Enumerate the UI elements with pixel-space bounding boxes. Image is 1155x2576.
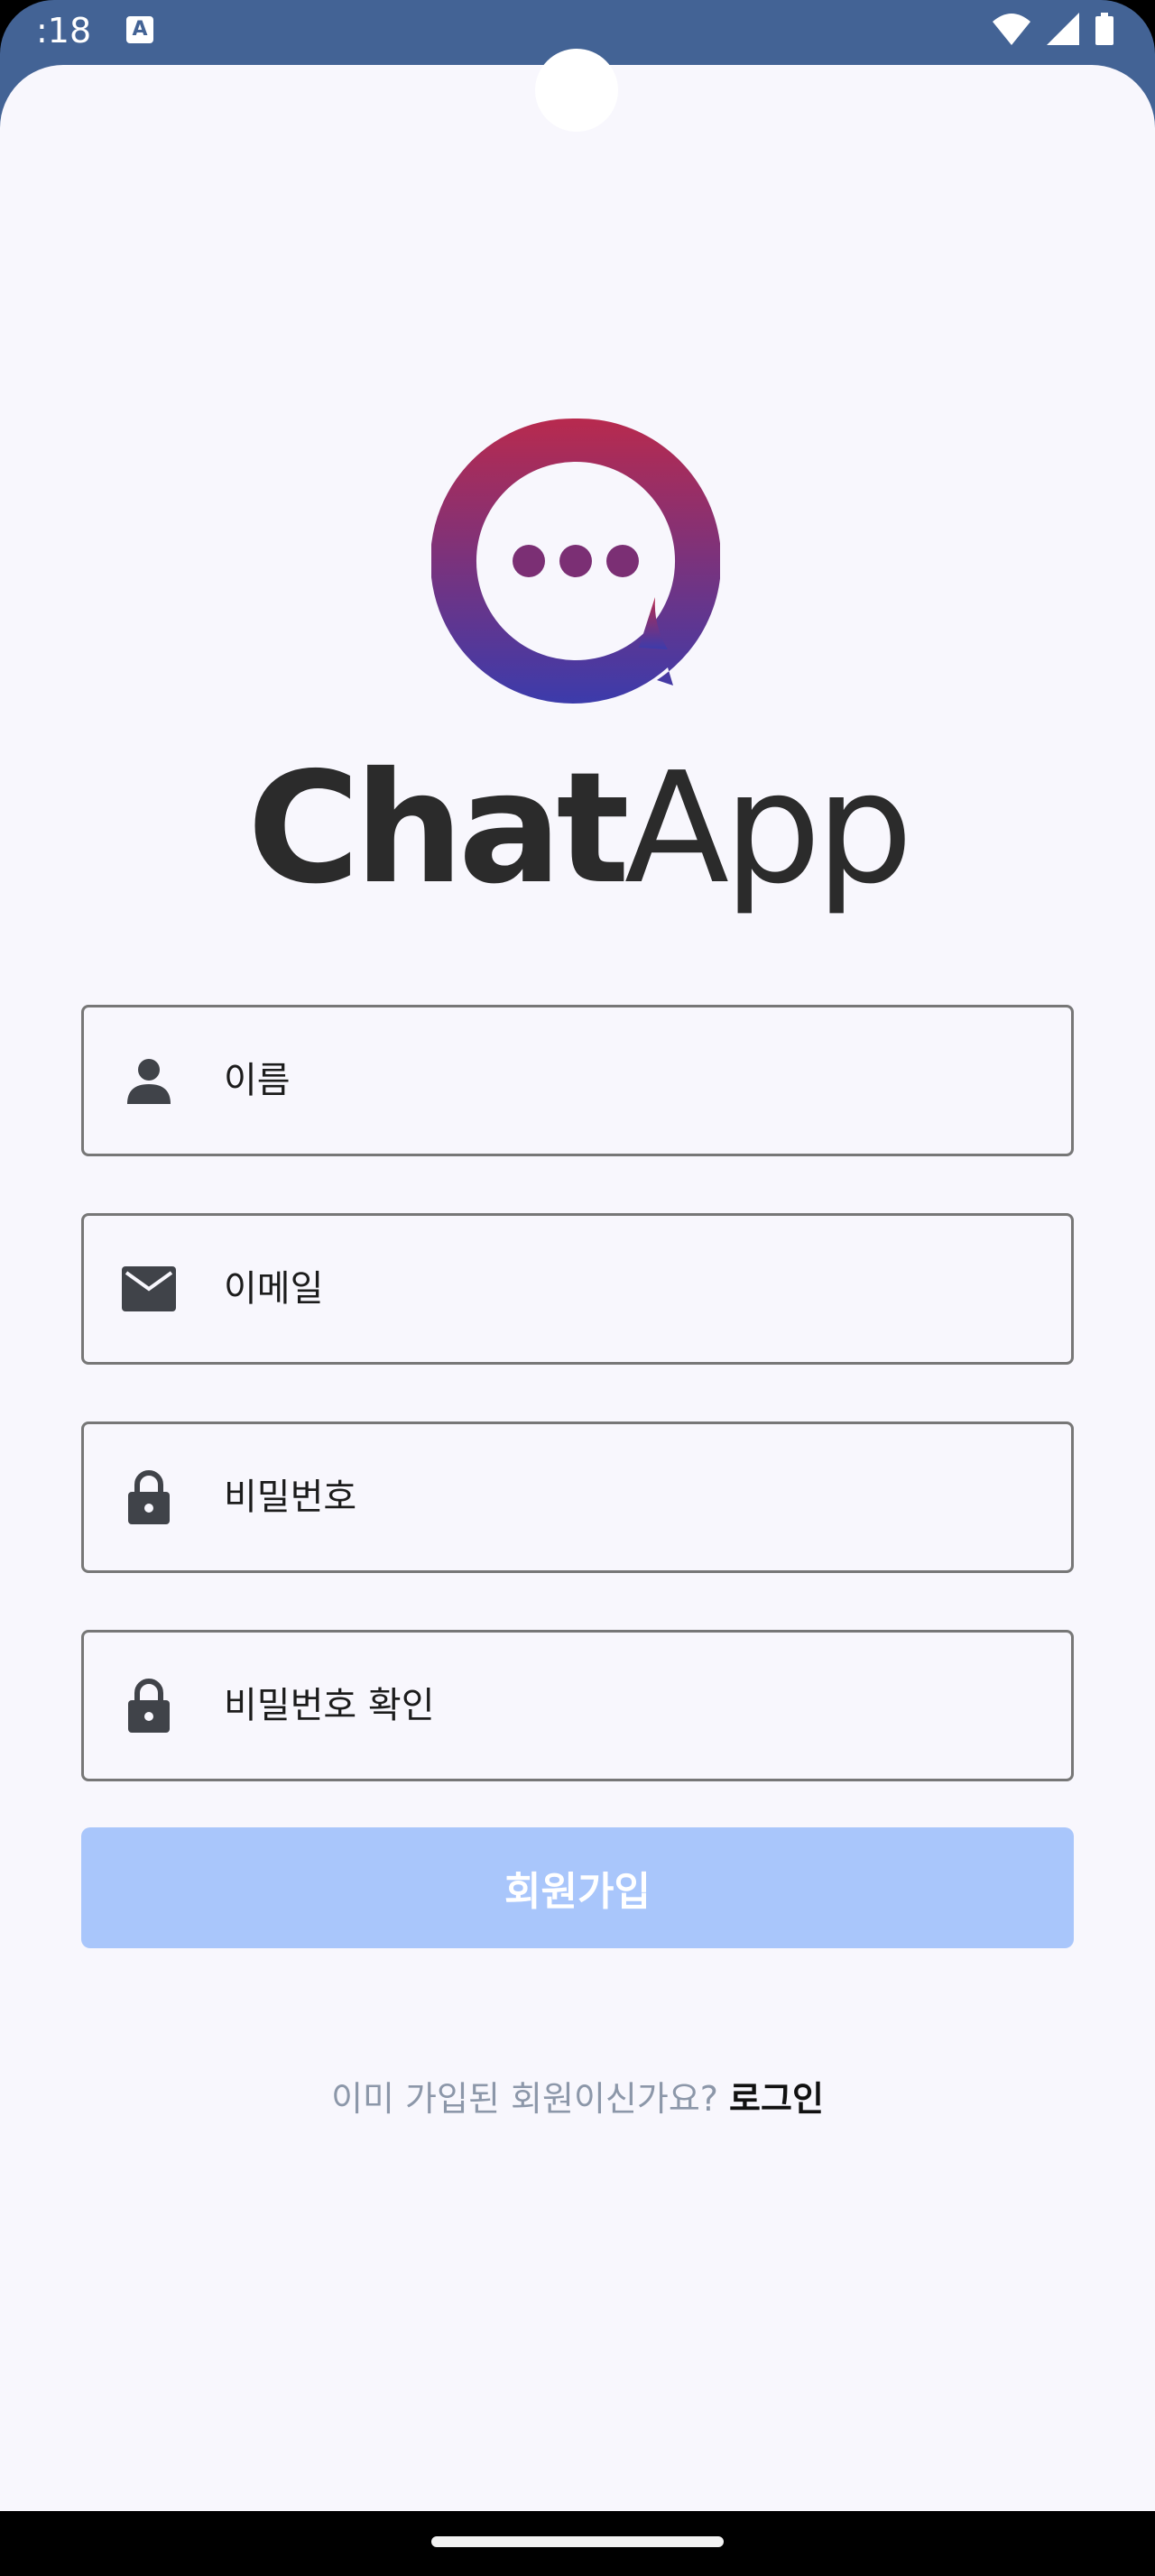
status-time: :18 xyxy=(36,11,92,51)
name-field[interactable] xyxy=(81,1005,1074,1156)
accessibility-a-icon: A xyxy=(126,16,153,43)
login-prompt: 이미 가입된 회원이신가요? 로그인 xyxy=(0,2071,1155,2121)
mail-icon xyxy=(120,1260,178,1318)
login-question: 이미 가입된 회원이신가요? xyxy=(331,2079,718,2119)
status-icons xyxy=(991,11,1115,47)
lock-icon xyxy=(120,1468,178,1526)
password-input[interactable] xyxy=(224,1460,1044,1534)
signal-icon xyxy=(1047,13,1079,45)
camera-cutout xyxy=(535,49,618,132)
lock-icon xyxy=(120,1677,178,1734)
name-input[interactable] xyxy=(224,1044,1044,1118)
email-input[interactable] xyxy=(224,1252,1044,1326)
password-field[interactable] xyxy=(81,1421,1074,1573)
app-title-bold: Chat xyxy=(247,740,630,918)
login-link[interactable]: 로그인 xyxy=(729,2079,824,2119)
email-field[interactable] xyxy=(81,1213,1074,1365)
signup-button[interactable]: 회원가입 xyxy=(81,1827,1074,1948)
battery-icon xyxy=(1095,13,1113,45)
app-title-light: App xyxy=(624,740,913,918)
wifi-icon xyxy=(993,14,1030,45)
person-icon xyxy=(120,1052,178,1109)
app-title: ChatApp xyxy=(0,740,1155,918)
chat-logo-icon xyxy=(431,418,720,704)
password-confirm-input[interactable] xyxy=(224,1669,1044,1743)
home-indicator[interactable] xyxy=(431,2536,724,2547)
password-confirm-field[interactable] xyxy=(81,1630,1074,1781)
